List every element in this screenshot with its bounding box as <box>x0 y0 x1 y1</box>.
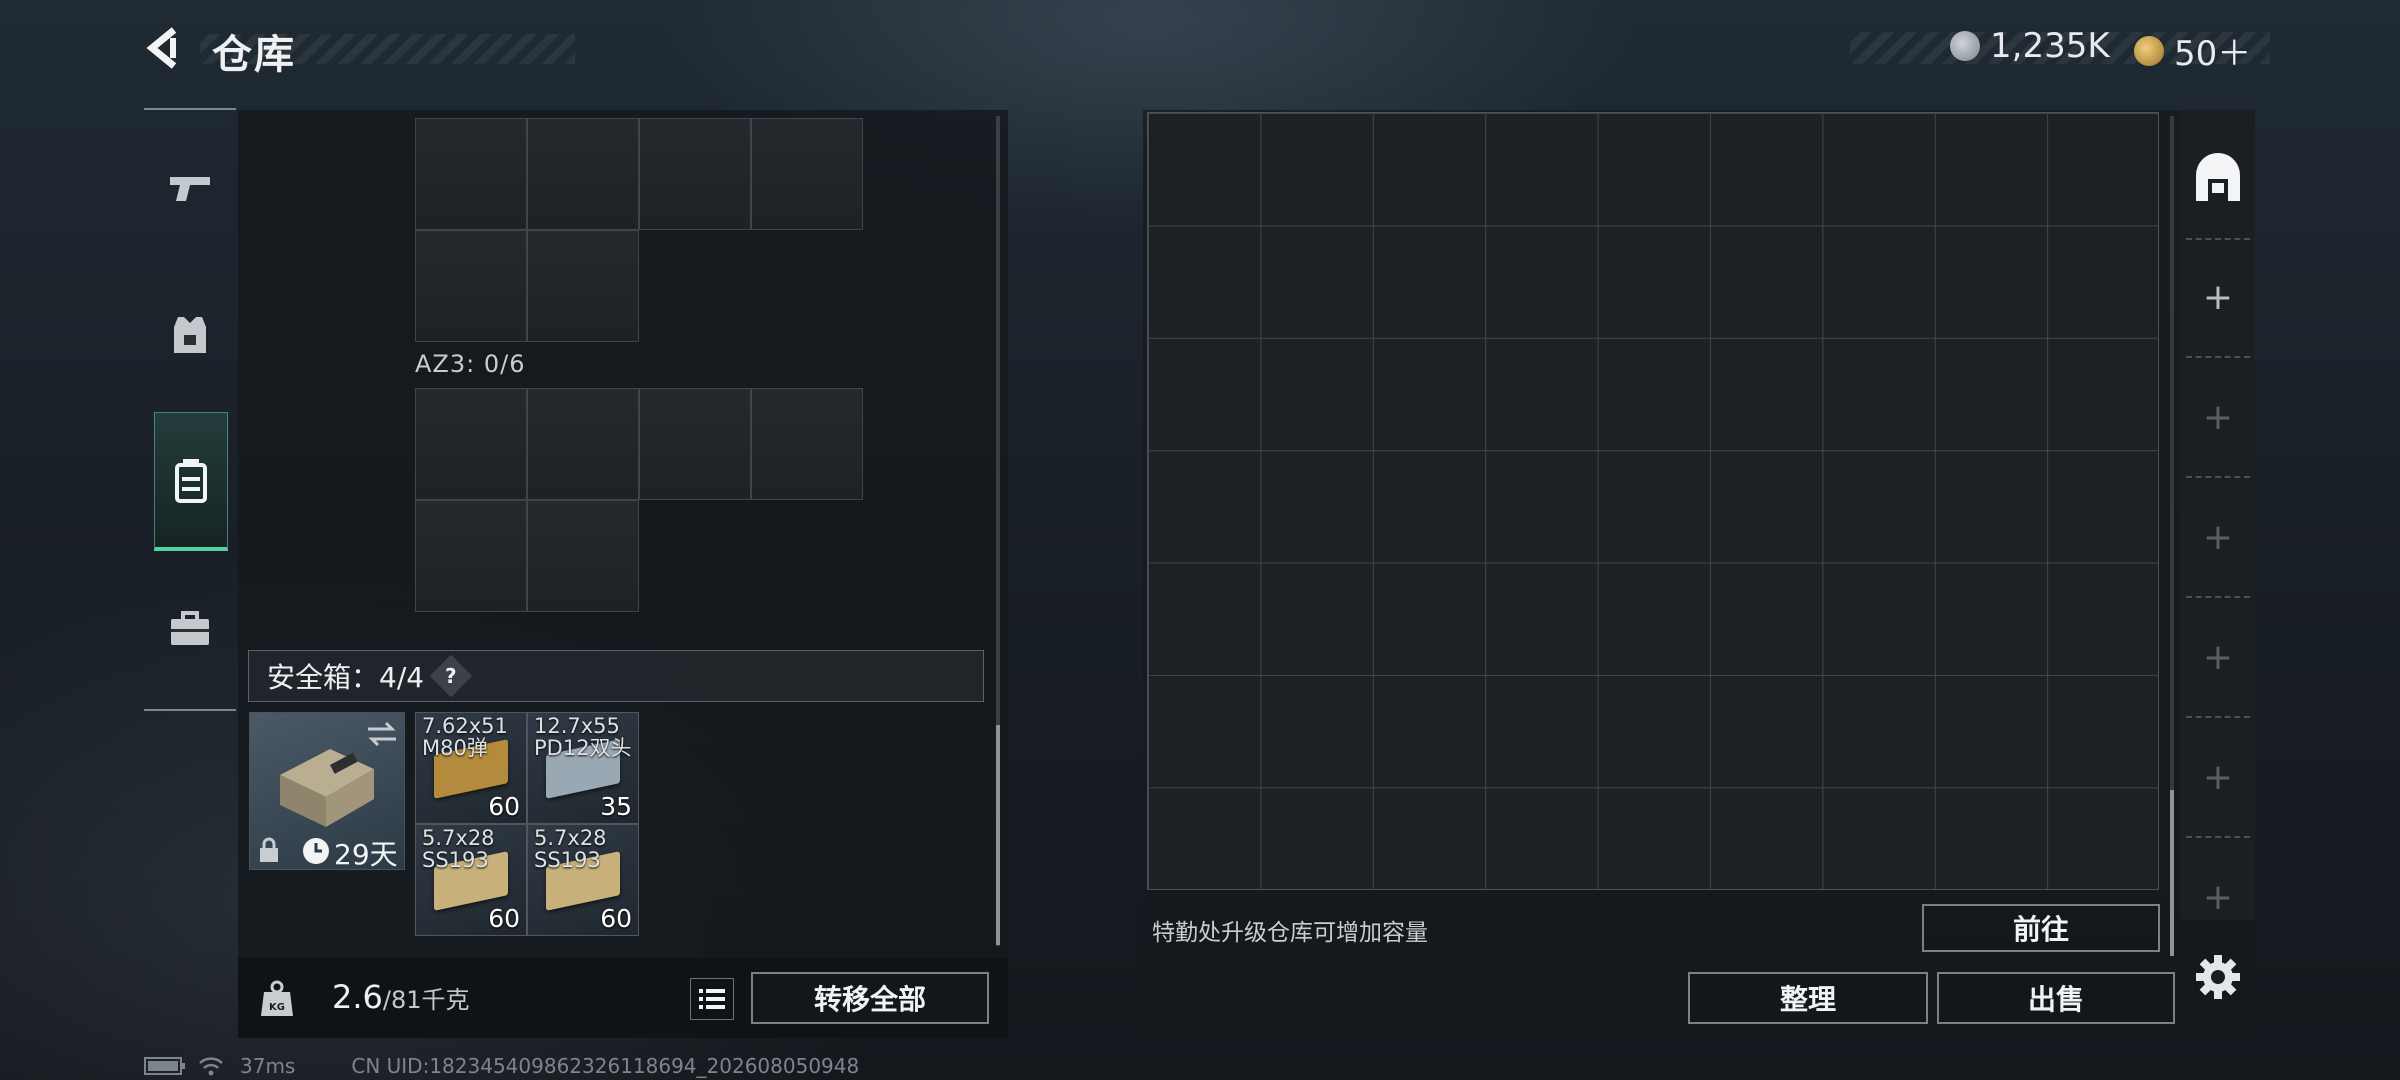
warehouse-icon <box>2196 153 2240 201</box>
grid-slot[interactable] <box>527 118 639 230</box>
container-capacity-label: AZ3: 0/6 <box>415 350 526 378</box>
swap-icon[interactable] <box>366 721 398 747</box>
grid-slot[interactable] <box>527 500 639 612</box>
grid-slot[interactable] <box>527 230 639 342</box>
safebox-case-icon <box>280 749 374 827</box>
warehouse-scroll-thumb[interactable] <box>2170 790 2174 956</box>
weight-current: 2.6 <box>332 978 383 1016</box>
warehouse-tab-main[interactable] <box>2186 120 2250 240</box>
weight-icon: KG <box>261 980 293 1016</box>
warehouse-grid[interactable] <box>1147 112 2159 890</box>
warehouse-tab-add-6[interactable]: + <box>2186 838 2250 956</box>
status-footer: 37ms CN UID:1823454098623261186​94_20260… <box>144 1054 859 1078</box>
settings-gear-icon[interactable] <box>2194 953 2242 1001</box>
warehouse-tab-add-4[interactable]: + <box>2186 598 2250 718</box>
ammo-count: 35 <box>600 792 632 821</box>
safebox-header: 安全箱：4/4 ? <box>248 650 984 702</box>
briefcase-icon <box>171 611 209 645</box>
nav-backpack[interactable] <box>154 412 228 551</box>
safebox-item[interactable]: 29天 <box>249 712 405 871</box>
list-icon <box>699 989 725 1009</box>
silver-currency[interactable]: 1,235K <box>1950 26 2110 66</box>
lock-icon <box>260 837 278 862</box>
ammo-count: 60 <box>488 904 520 933</box>
ammo-slot-762x51[interactable]: 7.62x51 M80弹 60 <box>415 712 527 824</box>
ammo-slot-127x55[interactable]: 12.7x55 PD12双头 35 <box>527 712 639 824</box>
warehouse-tab-add-5[interactable]: + <box>2186 718 2250 838</box>
grid-slot[interactable] <box>639 388 751 500</box>
wifi-icon <box>199 1057 223 1076</box>
grid-slot[interactable] <box>751 118 863 230</box>
sell-button[interactable]: 出售 <box>1937 972 2175 1024</box>
ammo-slot-57x28-a[interactable]: 5.7x28 SS193 60 <box>415 824 527 936</box>
gold-amount: 50＋ <box>2174 34 2252 74</box>
ammo-name: 5.7x28 SS193 <box>422 826 495 872</box>
grid-slot[interactable] <box>415 388 527 500</box>
silver-amount: 1,235K <box>1990 26 2110 66</box>
clock-icon <box>303 838 329 864</box>
nav-armor[interactable] <box>154 292 226 378</box>
nav-divider-bottom <box>144 709 236 711</box>
warehouse-tab-add-2[interactable]: + <box>2186 358 2250 478</box>
ammo-count: 60 <box>488 792 520 821</box>
svg-text:KG: KG <box>269 1002 285 1013</box>
ammo-count: 60 <box>600 904 632 933</box>
armor-icon <box>174 317 206 353</box>
back-arrow-icon[interactable] <box>140 24 188 72</box>
grid-slot[interactable] <box>415 118 527 230</box>
nav-divider-top <box>144 108 236 110</box>
ammo-name: 12.7x55 PD12双头 <box>534 714 632 760</box>
grid-slot[interactable] <box>639 118 751 230</box>
gold-currency[interactable]: 50＋ <box>2134 26 2251 75</box>
ammo-slot-57x28-b[interactable]: 5.7x28 SS193 60 <box>527 824 639 936</box>
uid-text: CN UID:1823454098623261186​94_2026080509… <box>351 1054 860 1078</box>
inventory-scroll-thumb[interactable] <box>996 725 1000 945</box>
warehouse-tab-add-1[interactable]: + <box>2186 238 2250 358</box>
gold-coin-icon <box>2134 35 2164 66</box>
ping-value: 37ms <box>240 1054 296 1078</box>
warehouse-tab-add-3[interactable]: + <box>2186 478 2250 598</box>
nav-weapons[interactable] <box>154 146 226 232</box>
grid-slot[interactable] <box>751 388 863 500</box>
silver-coin-icon <box>1950 31 1980 61</box>
grid-slot[interactable] <box>415 230 527 342</box>
transfer-all-button[interactable]: 转移全部 <box>751 972 989 1024</box>
safebox-label: 安全箱：4/4 <box>267 661 425 694</box>
backpack-icon <box>175 459 207 503</box>
page-title: 仓库 <box>212 32 296 78</box>
ammo-name: 7.62x51 M80弹 <box>422 714 508 760</box>
battery-icon <box>144 1057 185 1075</box>
capacity-hint: 特勤处升级仓库可增加容量 <box>1152 920 1428 946</box>
help-icon[interactable]: ? <box>429 654 473 698</box>
weight-max: /81千克 <box>382 986 470 1014</box>
ammo-name: 5.7x28 SS193 <box>534 826 607 872</box>
gun-icon <box>170 177 210 201</box>
sort-button[interactable]: 整理 <box>1688 972 1928 1024</box>
nav-case[interactable] <box>154 586 226 672</box>
goto-button[interactable]: 前往 <box>1922 904 2160 952</box>
grid-slot[interactable] <box>415 500 527 612</box>
safebox-duration: 29天 <box>334 838 398 871</box>
carry-weight: 2.6/81千克 <box>332 978 470 1016</box>
grid-slot[interactable] <box>527 388 639 500</box>
list-view-button[interactable] <box>690 978 734 1020</box>
